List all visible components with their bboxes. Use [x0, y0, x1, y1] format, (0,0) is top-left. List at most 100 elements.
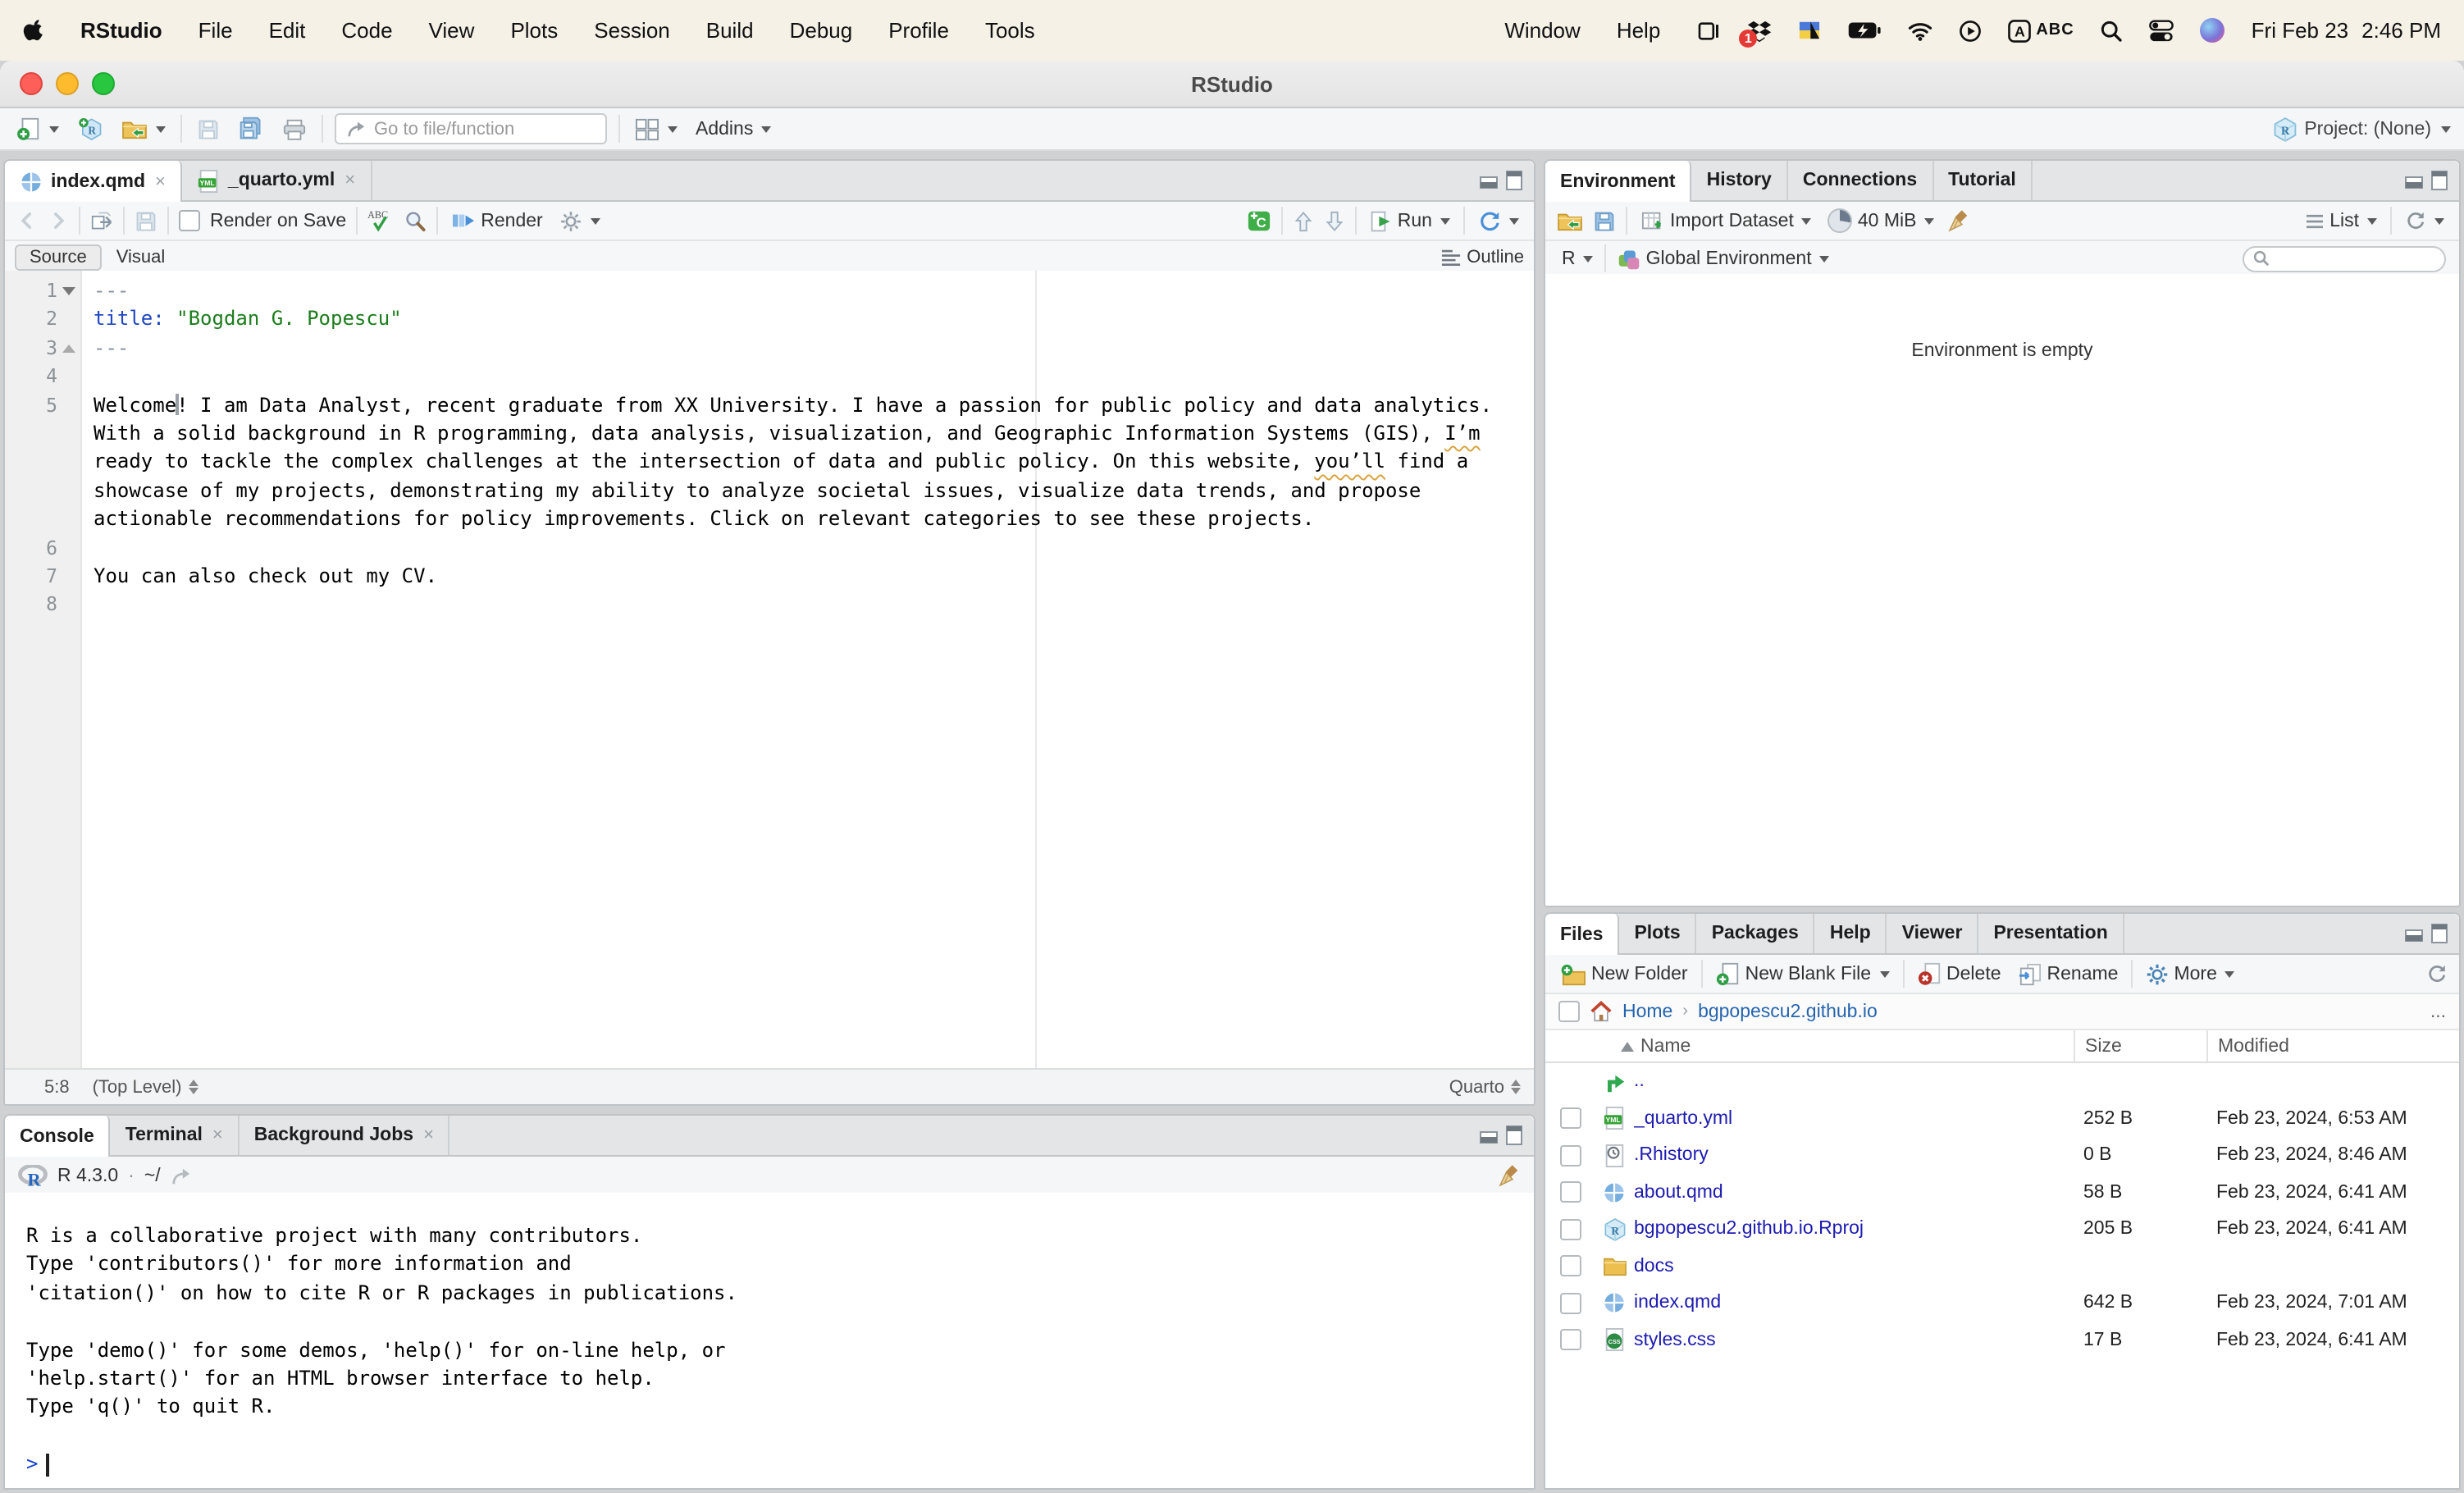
menu-item-session[interactable]: Session: [594, 18, 670, 43]
file-checkbox[interactable]: [1559, 1144, 1581, 1167]
render-button[interactable]: Render: [448, 208, 545, 233]
delete-button[interactable]: Delete: [1914, 960, 2005, 988]
save-icon[interactable]: [135, 209, 157, 232]
render-settings-button[interactable]: [556, 208, 604, 234]
minimize-pane-button[interactable]: [2405, 172, 2423, 189]
menu-item-plots[interactable]: Plots: [510, 18, 558, 43]
save-workspace-icon[interactable]: [1593, 209, 1616, 232]
mode-tab-source[interactable]: Source: [15, 244, 102, 270]
tab-files[interactable]: Files: [1545, 914, 1620, 955]
menu-item-build[interactable]: Build: [706, 18, 754, 43]
import-dataset-button[interactable]: Import Dataset: [1637, 208, 1815, 234]
apple-icon[interactable]: [23, 18, 44, 43]
pane-layout-button[interactable]: [632, 116, 681, 142]
addins-button[interactable]: Addins: [692, 117, 774, 140]
new-file-button[interactable]: [13, 115, 62, 143]
language-selector[interactable]: R: [1558, 247, 1597, 270]
sidecar-icon[interactable]: [1696, 19, 1721, 42]
goto-file-function-input[interactable]: Go to file/function: [335, 113, 607, 144]
refresh-environment-button[interactable]: [2402, 208, 2448, 233]
file-checkbox[interactable]: [1559, 1107, 1581, 1130]
file-link[interactable]: index.qmd: [1634, 1294, 2074, 1313]
menu-item-rstudio[interactable]: RStudio: [80, 18, 162, 43]
control-center-icon[interactable]: [2149, 19, 2174, 42]
close-tab-icon[interactable]: ×: [155, 171, 166, 191]
breadcrumb-overflow-button[interactable]: ...: [2430, 1002, 2446, 1021]
find-replace-icon[interactable]: [404, 209, 427, 232]
menu-clock[interactable]: Fri Feb 23 2:46 PM: [2252, 18, 2441, 43]
new-project-button[interactable]: R: [74, 115, 107, 143]
column-header-name[interactable]: Name: [1545, 1036, 2074, 1056]
menu-item-tools[interactable]: Tools: [985, 18, 1035, 43]
file-link[interactable]: styles.css: [1634, 1331, 2074, 1350]
tab-history[interactable]: History: [1692, 161, 1788, 200]
menu-item-file[interactable]: File: [198, 18, 233, 43]
column-header-modified[interactable]: Modified: [2206, 1030, 2459, 1062]
file-checkbox[interactable]: [1559, 1292, 1581, 1314]
fold-up-icon[interactable]: [62, 344, 75, 353]
file-checkbox[interactable]: [1559, 1255, 1581, 1277]
tab-index-qmd[interactable]: index.qmd ×: [5, 161, 182, 202]
menu-item-edit[interactable]: Edit: [269, 18, 306, 43]
refresh-files-icon[interactable]: [2426, 963, 2448, 984]
siri-icon[interactable]: [2200, 18, 2225, 43]
load-workspace-icon[interactable]: [1557, 210, 1583, 231]
maximize-pane-button[interactable]: [2431, 924, 2448, 943]
menu-item-code[interactable]: Code: [341, 18, 392, 43]
code-editor[interactable]: 1 --- 2 title: "Bogdan G. Popescu" 3 --- 4 5 We…: [5, 271, 1534, 1070]
console-body[interactable]: R is a collaborative project with many c…: [5, 1193, 1534, 1488]
more-button[interactable]: More: [2142, 961, 2238, 987]
mode-tab-visual[interactable]: Visual: [102, 247, 180, 267]
maximize-pane-button[interactable]: [1506, 1125, 1522, 1145]
minimize-pane-button[interactable]: [1480, 1127, 1498, 1144]
minimize-pane-button[interactable]: [1480, 172, 1498, 189]
run-button[interactable]: Run: [1367, 208, 1453, 234]
tab-console[interactable]: Console: [5, 1116, 111, 1157]
menu-item-window[interactable]: Window: [1504, 18, 1581, 43]
render-on-save-checkbox[interactable]: [179, 210, 200, 231]
tab-viewer[interactable]: Viewer: [1887, 914, 1979, 953]
file-link[interactable]: about.qmd: [1634, 1183, 2074, 1203]
environment-search-input[interactable]: [2243, 245, 2446, 272]
tab-plots[interactable]: Plots: [1619, 914, 1697, 953]
battery-icon[interactable]: [1847, 21, 1882, 39]
play-circle-icon[interactable]: [1959, 19, 1982, 42]
tab-connections[interactable]: Connections: [1788, 161, 1934, 200]
run-next-icon[interactable]: [1324, 209, 1345, 232]
view-directory-icon[interactable]: [171, 1166, 192, 1185]
project-menu-button[interactable]: R Project: (None): [2271, 116, 2451, 142]
file-checkbox[interactable]: [1559, 1181, 1581, 1203]
tab-terminal[interactable]: Terminal ×: [111, 1116, 240, 1155]
open-in-new-window-icon[interactable]: [90, 210, 113, 231]
scope-selector[interactable]: (Top Level): [93, 1077, 198, 1097]
file-link[interactable]: _quarto.yml: [1634, 1109, 2074, 1129]
list-view-button[interactable]: List: [2302, 209, 2380, 232]
menu-item-help[interactable]: Help: [1617, 18, 1661, 43]
close-tab-icon[interactable]: ×: [345, 171, 355, 190]
tab--quarto-yml[interactable]: YML _quarto.yml ×: [182, 161, 372, 200]
tab-help[interactable]: Help: [1815, 914, 1887, 953]
clear-environment-icon[interactable]: [1947, 208, 1970, 233]
tab-background-jobs[interactable]: Background Jobs ×: [240, 1116, 450, 1155]
select-all-checkbox[interactable]: [1558, 1001, 1580, 1022]
close-tab-icon[interactable]: ×: [212, 1125, 223, 1145]
tab-packages[interactable]: Packages: [1697, 914, 1815, 953]
open-file-button[interactable]: [118, 116, 169, 141]
menu-item-view[interactable]: View: [429, 18, 475, 43]
file-link[interactable]: ..: [1634, 1072, 2074, 1092]
file-link[interactable]: bgpopescu2.github.io.Rproj: [1634, 1220, 2074, 1240]
spotlight-icon[interactable]: [2101, 19, 2124, 42]
breadcrumb-bgpopescu2-github-io[interactable]: bgpopescu2.github.io: [1698, 1002, 1878, 1021]
new-folder-button[interactable]: New Folder: [1557, 961, 1691, 987]
minimize-pane-button[interactable]: [2405, 925, 2423, 942]
home-icon[interactable]: [1590, 1001, 1613, 1022]
save-button[interactable]: [194, 116, 223, 142]
tab-environment[interactable]: Environment: [1545, 161, 1692, 202]
back-icon[interactable]: [16, 210, 38, 231]
file-checkbox[interactable]: [1559, 1218, 1581, 1240]
run-previous-icon[interactable]: [1293, 209, 1314, 232]
file-link[interactable]: docs: [1634, 1257, 2074, 1276]
memory-usage-button[interactable]: 40 MiB: [1825, 207, 1938, 235]
input-source-icon[interactable]: A ABC: [2008, 19, 2074, 42]
doc-type-selector[interactable]: Quarto: [1449, 1077, 1521, 1097]
